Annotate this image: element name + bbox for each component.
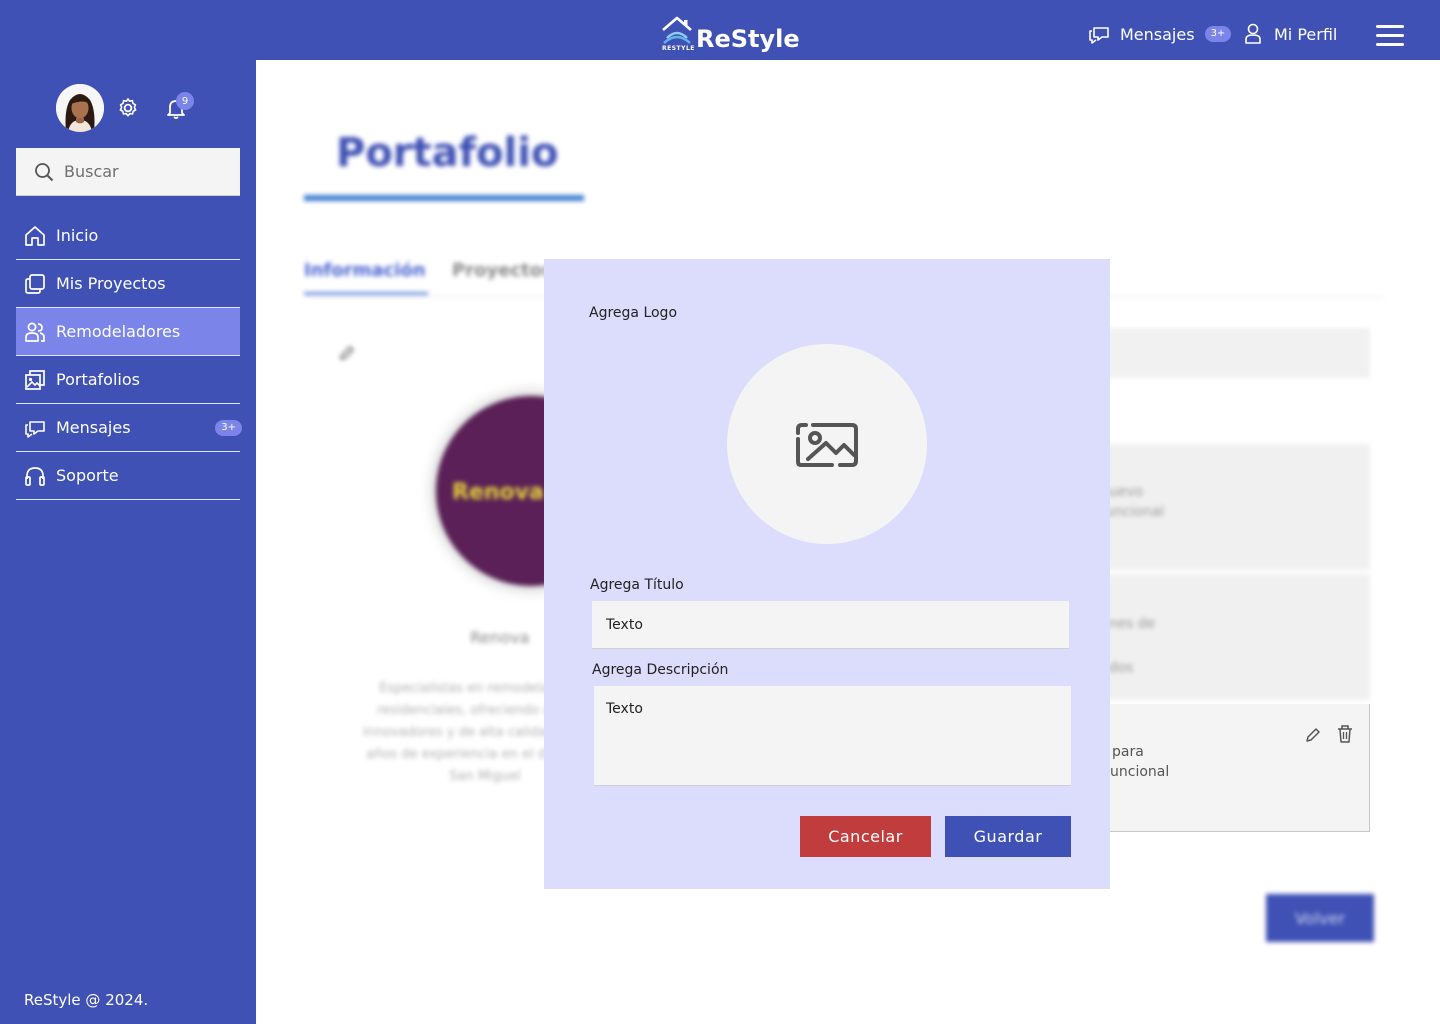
brand-logo[interactable]: RESTYLE ReStyle (660, 16, 800, 52)
sidebar-item-inicio[interactable]: Inicio (16, 212, 240, 260)
settings-gear-icon[interactable] (116, 96, 140, 124)
notification-count-badge: 9 (176, 92, 194, 110)
sidebar-messages-badge: 3+ (215, 420, 242, 436)
sidebar-item-label: Soporte (56, 466, 119, 485)
avatar[interactable] (56, 84, 104, 132)
description-textarea[interactable]: Texto (594, 686, 1071, 786)
add-image-icon (796, 423, 858, 467)
logo-upload-area[interactable] (727, 344, 927, 544)
sidebar-item-mensajes[interactable]: Mensajes 3+ (16, 404, 242, 452)
top-bar: RESTYLE ReStyle Mensajes 3+ Mi Perfil (0, 0, 1440, 60)
edit-pencil-icon[interactable] (1304, 726, 1322, 748)
top-profile-link[interactable]: Mi Perfil (1244, 23, 1337, 45)
description-label: Agrega Descripción (592, 662, 729, 678)
save-button[interactable]: Guardar (945, 816, 1071, 857)
chat-icon (25, 420, 45, 438)
title-underline (304, 195, 584, 201)
logo-label: Agrega Logo (589, 305, 678, 321)
house-logo-icon: RESTYLE (660, 16, 696, 52)
title-label: Agrega Título (590, 577, 684, 593)
chat-icon (1089, 27, 1109, 44)
brand-sub: RESTYLE (662, 45, 695, 52)
sidebar-item-label: Inicio (56, 226, 99, 245)
sidebar: 9 Inicio Mis Proyectos (0, 60, 256, 1024)
top-messages-label: Mensajes (1120, 24, 1195, 44)
search-box[interactable] (16, 148, 240, 196)
sidebar-item-label: Portafolios (56, 370, 140, 389)
tab-proyectos[interactable]: Proyectos (452, 260, 553, 281)
sidebar-item-label: Mis Proyectos (56, 274, 166, 293)
cancel-button[interactable]: Cancelar (800, 816, 931, 857)
page-title: Portafolio (336, 130, 559, 176)
top-profile-label: Mi Perfil (1274, 24, 1338, 44)
project-card-text: para uncional (1110, 742, 1169, 782)
volver-button[interactable]: Volver (1266, 894, 1374, 942)
title-input[interactable] (592, 601, 1069, 649)
trash-icon[interactable] (1336, 724, 1354, 748)
sidebar-item-label: Remodeladores (56, 322, 181, 341)
tab-informacion[interactable]: Información (304, 260, 426, 281)
brand-name: ReStyle (696, 25, 800, 53)
image-gallery-icon (25, 369, 45, 390)
edit-pencil-icon[interactable] (338, 344, 356, 366)
company-name: Renova (470, 628, 530, 647)
headset-icon (25, 466, 45, 486)
copy-projects-icon (25, 273, 45, 294)
user-icon (1245, 23, 1261, 44)
project-card-line: uncional (1110, 764, 1170, 780)
sidebar-footer: ReStyle @ 2024. (24, 991, 149, 1009)
add-portfolio-modal: Agrega Logo Agrega Título Agrega Descrip… (544, 259, 1110, 889)
project-card[interactable]: para uncional (1110, 704, 1370, 832)
sidebar-nav: Inicio Mis Proyectos Remodeladores Porta… (16, 212, 242, 500)
sidebar-item-portafolios[interactable]: Portafolios (16, 356, 240, 404)
sidebar-item-soporte[interactable]: Soporte (16, 452, 240, 500)
search-input[interactable] (64, 162, 214, 181)
top-messages-link[interactable]: Mensajes 3+ (1088, 24, 1232, 44)
users-icon (25, 322, 45, 342)
sidebar-item-label: Mensajes (56, 418, 131, 437)
tab-active-indicator (304, 292, 428, 295)
sidebar-item-mis-proyectos[interactable]: Mis Proyectos (16, 260, 240, 308)
top-messages-badge: 3+ (1204, 26, 1232, 42)
company-logo-text: Renova (452, 480, 544, 505)
home-icon (25, 225, 45, 246)
sidebar-item-remodeladores[interactable]: Remodeladores (16, 308, 240, 356)
search-icon (35, 162, 54, 181)
hamburger-menu-icon[interactable] (1376, 25, 1404, 47)
project-card-line: para (1112, 744, 1144, 760)
